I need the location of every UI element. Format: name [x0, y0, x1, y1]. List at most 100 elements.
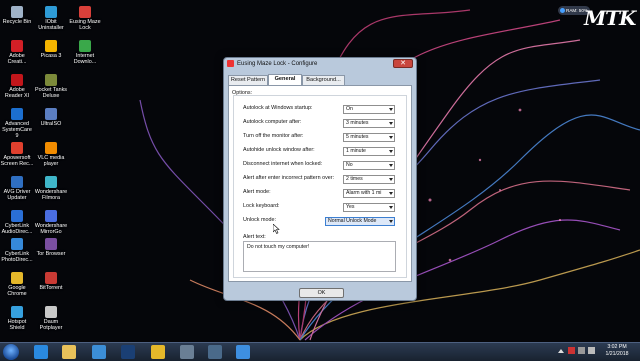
tab-reset-pattern[interactable]: Reset Pattern [228, 75, 268, 85]
desktop-icon-label: Adobe Creati... [7, 53, 27, 65]
autolock-after-select[interactable]: 3 minutes [343, 119, 395, 128]
mouse-cursor-icon [273, 224, 280, 234]
show-hidden-icons-icon[interactable] [558, 349, 564, 353]
taskbar-internet-explorer-icon[interactable] [34, 345, 48, 359]
option-label-autolock-after: Autolock computer after: [243, 119, 302, 125]
desktop-icon-avg-driver-updater[interactable]: AVG Driver Updater [0, 176, 34, 201]
recycle-bin-icon [11, 6, 23, 18]
taskbar-media-player-icon[interactable] [236, 345, 250, 359]
select-value: 1 minute [346, 148, 366, 154]
photodirector-icon [11, 238, 23, 250]
maze-lock-icon [79, 6, 91, 18]
systemcare-icon [11, 108, 23, 120]
desktop-icon-adobe-reader[interactable]: Adobe Reader XI [0, 74, 34, 99]
autohide-unlock-select[interactable]: 1 minute [343, 147, 395, 156]
desktop-icon-label: Pocket Tanks Deluxe [35, 87, 67, 99]
chevron-down-icon [389, 220, 393, 223]
desktop-icon-hotspot-shield[interactable]: Hotspot Shield [0, 306, 34, 331]
desktop-icon-picasa[interactable]: Picasa 3 [34, 40, 68, 59]
option-label-monitor-off: Turn off the monitor after: [243, 133, 304, 139]
bittorrent-icon [45, 272, 57, 284]
chevron-down-icon [389, 164, 393, 167]
desktop-icon-label: VLC media player [37, 155, 65, 167]
desktop-icon-label: AVG Driver Updater [3, 189, 31, 201]
alert-mode-select[interactable]: Alarm with 1 mi [343, 189, 395, 198]
desktop-icon-advanced-systemcare[interactable]: Advanced SystemCare 9 [0, 108, 34, 139]
desktop-icon-apowersoft[interactable]: Apowersoft Screen Rec... [0, 142, 34, 167]
desktop-icon-iobit-uninstaller[interactable]: IObit Uninstaller [34, 6, 68, 31]
desktop-icon-ultraiso[interactable]: UltraISO [34, 108, 68, 127]
option-label-autohide-unlock: Autohide unlock window after: [243, 147, 315, 153]
download-manager-icon [79, 40, 91, 52]
desktop-icon-adobe-creative[interactable]: Adobe Creati... [0, 40, 34, 65]
desktop-icon-mirrorgo[interactable]: Wondershare MirrorGo [34, 210, 68, 235]
select-value: Normal Unlock Mode [328, 218, 377, 224]
taskbar-file-explorer-icon[interactable] [62, 345, 76, 359]
audiodirector-icon [11, 210, 23, 222]
adobe-reader-icon [11, 74, 23, 86]
alert-after-select[interactable]: 2 times [343, 175, 395, 184]
desktop-icon-tor-browser[interactable]: Tor Browser [34, 238, 68, 257]
dialog-titlebar[interactable]: Eusing Maze Lock - Configure ✕ [224, 58, 416, 70]
lock-keyboard-select[interactable]: Yes [343, 203, 395, 212]
desktop-icon-pocket-tanks[interactable]: Pocket Tanks Deluxe [34, 74, 68, 99]
start-button[interactable] [3, 344, 19, 360]
desktop-icon-bittorrent[interactable]: BitTorrent [34, 272, 68, 291]
configure-dialog: Eusing Maze Lock - Configure ✕ Reset Pat… [223, 57, 417, 301]
ok-button[interactable]: OK [299, 288, 344, 298]
hotspot-shield-icon [11, 306, 23, 318]
desktop-icon-vlc[interactable]: VLC media player [34, 142, 68, 167]
desktop-icon-eusing-maze-lock[interactable]: Eusing Maze Lock [68, 6, 102, 31]
tray-shield-icon[interactable] [568, 347, 575, 354]
taskbar-window-app-icon[interactable] [180, 345, 194, 359]
tab-general[interactable]: General [268, 74, 302, 85]
iobit-icon [45, 6, 57, 18]
tor-icon [45, 238, 57, 250]
option-label-alert-mode: Alert mode: [243, 189, 271, 195]
ram-indicator-icon [560, 8, 565, 13]
taskbar-photoshop-icon[interactable] [121, 345, 135, 359]
desktop-icon-label: Daum Potplayer [39, 319, 63, 331]
taskbar-screen-recorder-icon[interactable] [208, 345, 222, 359]
desktop-icon-internet-download-manager[interactable]: Internet Downlo... [68, 40, 102, 65]
select-value: 5 minutes [346, 134, 369, 140]
desktop-icon-photodirector[interactable]: CyberLink PhotoDirec... [0, 238, 34, 263]
chevron-down-icon [389, 150, 393, 153]
tray-network-icon[interactable] [578, 347, 585, 354]
desktop-icon-filmora[interactable]: Wondershare Filmora [34, 176, 68, 201]
taskbar-clock[interactable]: 3:02 PM 1/21/2018 [598, 344, 636, 358]
select-value: 2 times [346, 176, 363, 182]
autolock-startup-select[interactable]: On [343, 105, 395, 114]
desktop-icon-label: Eusing Maze Lock [69, 19, 101, 31]
adobe-creative-icon [11, 40, 23, 52]
select-value: No [346, 162, 353, 168]
unlock-mode-select[interactable]: Normal Unlock Mode [325, 217, 395, 226]
monitor-off-select[interactable]: 5 minutes [343, 133, 395, 142]
apowersoft-icon [11, 142, 23, 154]
desktop-icon-label: Wondershare MirrorGo [34, 223, 68, 235]
disconnect-internet-select[interactable]: No [343, 161, 395, 170]
ultraiso-icon [45, 108, 57, 120]
option-label-lock-keyboard: Lock keyboard: [243, 203, 280, 209]
desktop-icon-audiodirector[interactable]: CyberLink AudioDirec... [0, 210, 34, 235]
taskbar-chrome-icon[interactable] [151, 345, 165, 359]
close-button[interactable]: ✕ [393, 59, 413, 68]
chevron-down-icon [389, 178, 393, 181]
desktop-icon-label: Wondershare Filmora [34, 189, 68, 201]
alert-text-field[interactable]: Do not touch my computer! [243, 241, 396, 272]
option-label-autolock-startup: Autolock at Windows startup: [243, 105, 313, 111]
tab-background[interactable]: Background... [302, 75, 345, 85]
filmora-icon [45, 176, 57, 188]
tray-volume-icon[interactable] [588, 347, 595, 354]
desktop-icon-potplayer[interactable]: Daum Potplayer [34, 306, 68, 331]
option-label-alert-after: Alert after enter incorrect pattern over… [243, 175, 335, 181]
chrome-icon [11, 272, 23, 284]
desktop-icon-label: UltraISO [40, 121, 62, 127]
desktop-icon-label: IObit Uninstaller [38, 19, 64, 31]
channel-logo: MTK [584, 6, 636, 30]
taskbar-hotspot-icon[interactable] [92, 345, 106, 359]
desktop-icon-recycle-bin[interactable]: Recycle Bin [0, 6, 34, 25]
desktop-icon-label: Recycle Bin [2, 19, 32, 25]
picasa-icon [45, 40, 57, 52]
desktop-icon-google-chrome[interactable]: Google Chrome [0, 272, 34, 297]
